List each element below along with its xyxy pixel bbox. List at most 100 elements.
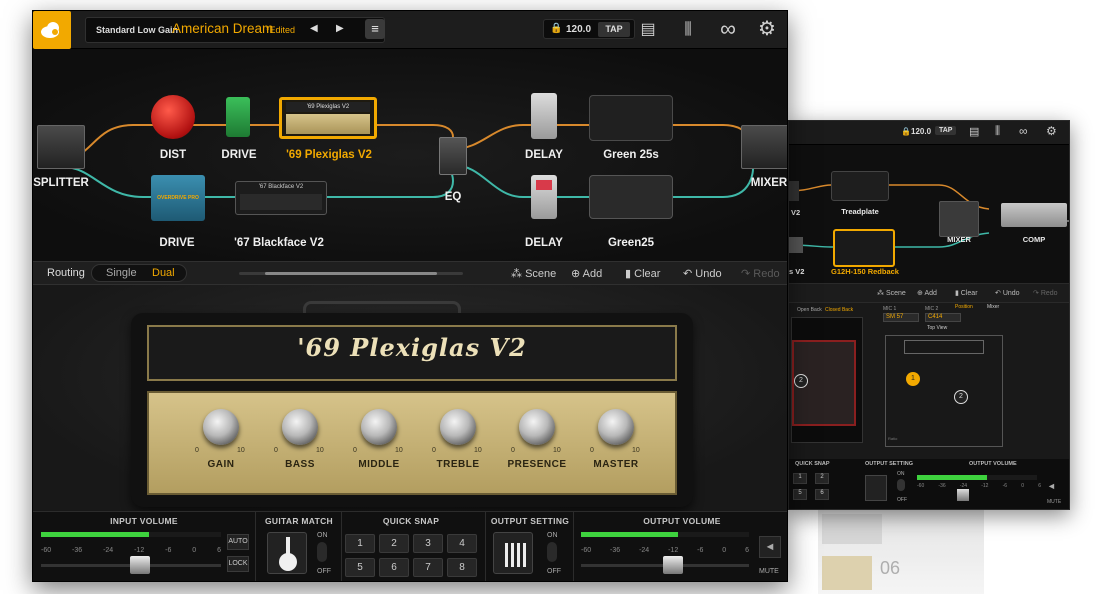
quick-snap-button[interactable]: 1	[345, 534, 375, 553]
tempo-value[interactable]: 120.0	[911, 127, 931, 136]
mic1-select[interactable]: SM 57	[883, 313, 919, 322]
quick-snap-button[interactable]: 6	[379, 558, 409, 577]
amp-partial[interactable]	[789, 237, 803, 253]
settings-icon[interactable]: ⚙	[756, 18, 778, 40]
amp-blackface[interactable]: '67 Blackface V2	[235, 181, 327, 215]
comp-block[interactable]	[1001, 203, 1067, 227]
chain-scrollbar[interactable]	[239, 272, 463, 275]
knob-middle[interactable]	[361, 409, 397, 445]
preset-bank[interactable]: Standard Low Gain	[96, 25, 178, 35]
add-button[interactable]: ⊕ Add	[571, 267, 602, 280]
knob-treble[interactable]	[440, 409, 476, 445]
knob-presence[interactable]	[519, 409, 555, 445]
drive-pedal-blue[interactable]: OVERDRIVE PRO	[151, 175, 205, 221]
delay-pedal-bottom[interactable]	[531, 175, 557, 219]
next-preset-button[interactable]: ▶	[336, 23, 344, 34]
mixer-view-icon[interactable]: ⫼	[995, 125, 1000, 138]
drive-pedal-green[interactable]	[226, 97, 250, 137]
mixer-tab[interactable]: Mixer	[987, 304, 999, 310]
lock-icon[interactable]: 🔒	[901, 127, 911, 136]
dist-pedal[interactable]	[151, 95, 195, 139]
loop-icon[interactable]: ∞	[717, 18, 739, 40]
mixer-view-icon[interactable]: ⫼	[677, 19, 699, 41]
previous-preset-button[interactable]: ◀	[310, 23, 318, 34]
quick-snap-button[interactable]: 4	[447, 534, 477, 553]
position-tab[interactable]: Position	[955, 304, 973, 310]
closed-back-option[interactable]: Closed Back	[825, 307, 853, 313]
mixer-block[interactable]	[741, 125, 787, 169]
amp-plexiglas-selected[interactable]: '69 Plexiglas V2	[279, 97, 377, 139]
tap-button[interactable]: TAP	[598, 22, 630, 37]
presets-icon[interactable]: ▤	[637, 19, 659, 41]
auto-button[interactable]: AUTO	[227, 534, 249, 550]
lock-button[interactable]: LOCK	[227, 556, 249, 572]
knob-gain[interactable]	[203, 409, 239, 445]
eq-block[interactable]	[439, 137, 467, 175]
tempo-value[interactable]: 120.0	[566, 24, 591, 35]
output-fader[interactable]	[957, 489, 969, 501]
mic-2-marker[interactable]: 2	[954, 390, 968, 404]
mixer-block[interactable]	[939, 201, 979, 237]
tap-button[interactable]: TAP	[935, 126, 957, 135]
scene-button[interactable]: ⁂ Scene	[511, 267, 556, 280]
output-toggle[interactable]	[897, 479, 905, 491]
redo-button[interactable]: ↷ Redo	[1033, 289, 1058, 297]
presets-icon[interactable]: ▤	[969, 125, 979, 138]
quick-snap-button[interactable]: 2	[379, 534, 409, 553]
speaker-mute-icon[interactable]: ◄	[759, 536, 781, 558]
on-label: ON	[317, 532, 328, 539]
quick-snap-button[interactable]: 5	[345, 558, 375, 577]
delay-pedal-top[interactable]	[531, 93, 557, 139]
clear-button[interactable]: ▮ Clear	[955, 289, 978, 297]
clear-button[interactable]: ▮ Clear	[625, 267, 660, 280]
snap-button[interactable]: 6	[815, 489, 829, 500]
mic-1-marker[interactable]: 1	[906, 372, 920, 386]
knob-master[interactable]	[598, 409, 634, 445]
chain-scrollbar-thumb[interactable]	[265, 272, 437, 275]
speaker-mute-icon[interactable]: ◄	[1047, 481, 1056, 491]
app-logo[interactable]	[33, 11, 71, 49]
node-label: DIST	[159, 149, 187, 161]
snap-button[interactable]: 1	[793, 473, 807, 484]
cab-redback-selected[interactable]	[833, 229, 895, 267]
output-fader[interactable]	[663, 556, 684, 574]
splitter-block[interactable]	[37, 125, 85, 169]
snap-button[interactable]: 2	[815, 473, 829, 484]
routing-single-option[interactable]: Single	[106, 267, 137, 279]
off-label: OFF	[317, 568, 331, 575]
output-setting-icon[interactable]	[865, 475, 887, 501]
redo-button[interactable]: ↷ Redo	[741, 267, 780, 280]
quick-snap-button[interactable]: 8	[447, 558, 477, 577]
quick-snap-button[interactable]: 7	[413, 558, 443, 577]
lock-icon[interactable]: 🔒	[550, 23, 562, 34]
output-setting-toggle[interactable]	[547, 542, 557, 562]
preset-list-icon[interactable]: ≡	[365, 19, 385, 39]
scene-button[interactable]: ⁂ Scene	[877, 289, 906, 297]
pedal-partial[interactable]	[789, 181, 799, 201]
edited-tag: *Edited	[266, 25, 296, 35]
add-button[interactable]: ⊕ Add	[917, 289, 937, 297]
output-setting-icon[interactable]	[493, 532, 533, 574]
undo-button[interactable]: ↶ Undo	[683, 267, 722, 280]
undo-button[interactable]: ↶ Undo	[995, 289, 1020, 297]
settings-icon[interactable]: ⚙	[1046, 124, 1057, 138]
knob-bass[interactable]	[282, 409, 318, 445]
preset-name[interactable]: American Dream	[172, 21, 273, 36]
mic2-select[interactable]: C414	[925, 313, 961, 322]
guitar-match-icon[interactable]	[267, 532, 307, 574]
preset-selector[interactable]: Standard Low Gain American Dream *Edited…	[85, 17, 385, 43]
cab-treadplate[interactable]	[831, 171, 889, 201]
cab-green-25s[interactable]	[589, 95, 673, 141]
loop-icon[interactable]: ∞	[1019, 124, 1028, 138]
open-back-option[interactable]: Open Back	[797, 307, 822, 313]
main-window: Standard Low Gain American Dream *Edited…	[32, 10, 788, 582]
mic1-label: MIC 1	[883, 306, 897, 312]
cab-green25[interactable]	[589, 175, 673, 219]
guitar-match-toggle[interactable]	[317, 542, 327, 562]
routing-dual-option[interactable]: Dual	[152, 267, 175, 279]
snap-button[interactable]: 5	[793, 489, 807, 500]
input-fader[interactable]	[130, 556, 150, 574]
mic-2-badge[interactable]: 2	[794, 374, 808, 388]
mic-position-grid[interactable]: 1 2 Ratio	[885, 335, 1003, 447]
quick-snap-button[interactable]: 3	[413, 534, 443, 553]
